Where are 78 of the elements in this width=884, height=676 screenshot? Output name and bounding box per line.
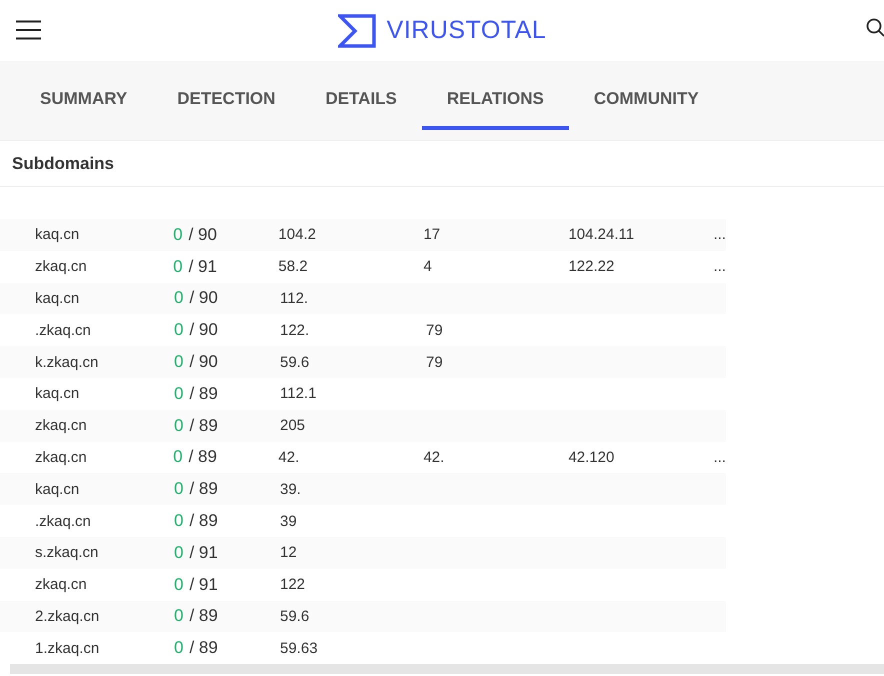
table-cell: 17 [423,226,440,244]
detection-count: 0 [174,542,184,562]
table-cell: 79 [426,354,443,371]
table-cell: 59.6 [280,608,310,625]
table-cell: 112. [280,290,308,307]
detection-total: / 90 [189,288,218,308]
tab[interactable]: DETECTION [152,61,300,130]
tab[interactable]: RELATIONS [422,61,569,130]
table-cell: 104.24.11 [568,226,634,244]
detection-count: 0 [174,320,184,340]
more-link[interactable]: ... [713,448,726,466]
detection-total: / 90 [188,224,217,244]
table-cell: 59.6 [280,354,310,371]
detection-total: / 89 [188,447,217,466]
brand-name: VIRUSTOTAL [386,16,546,46]
detection-total: / 90 [189,352,218,372]
detection-count: 0 [174,511,184,530]
table-cell-text: kaq.cn [34,385,80,402]
tab[interactable]: SUMMARY [15,61,152,130]
detection-count: 0 [174,384,184,403]
detection-total: / 91 [188,256,217,276]
detection-total: / 89 [189,479,218,498]
detection-count: 0 [173,224,183,244]
more-link[interactable]: ... [713,226,726,244]
detection-total: / 89 [189,384,218,403]
table-cell: 122.22 [568,258,614,276]
detection-count: 0 [174,606,184,626]
detection-count: 0 [174,416,184,435]
table-cell-text: zkaq.cn [34,576,88,594]
table-cell-text: kaq.cn [34,290,80,307]
table-cell-text: .zkaq.cn [34,512,92,530]
table-cell: 42. [278,448,300,466]
detection-total: / 91 [189,574,218,594]
table-cell-text: 2.zkaq.cn [34,608,100,625]
table-cell-text: kaq.cn [34,226,80,244]
section-title: Subdomains [12,154,114,174]
detection-total: / 89 [189,511,218,530]
tab[interactable]: COMMUNITY [568,61,724,130]
detection-total: / 90 [189,320,218,340]
detection-total: / 89 [189,638,218,658]
detection-total: / 89 [189,606,218,626]
scrollbar[interactable] [10,664,884,674]
menu-icon[interactable] [16,20,41,40]
table-cell: 79 [426,322,443,339]
detection-count: 0 [174,479,184,498]
table-cell: 39 [280,512,297,530]
table-cell: 12 [280,544,297,562]
detection-total: / 89 [189,416,218,435]
detection-total: / 91 [189,542,218,562]
table-cell-text: zkaq.cn [34,258,88,276]
table-cell: 104.2 [278,226,316,244]
detection-count: 0 [174,574,184,594]
table-cell: 4 [423,258,432,276]
table-cell-text: .zkaq.cn [34,322,92,339]
table-cell-text: zkaq.cn [34,448,88,466]
tab[interactable]: DETAILS [300,61,422,130]
table-cell: 122 [280,576,306,594]
table-cell: 59.63 [280,640,318,657]
logo-icon [338,14,376,48]
table-cell: 122. [280,322,310,339]
table-cell-text: kaq.cn [34,480,80,498]
table-cell-text: 1.zkaq.cn [34,640,100,657]
detection-count: 0 [173,256,183,276]
table-cell: 205 [280,417,306,434]
table-cell-text: k.zkaq.cn [34,354,100,371]
table-cell: 58.2 [278,258,308,276]
table-cell: 42.120 [568,448,614,466]
detection-count: 0 [174,638,184,658]
detection-count: 0 [174,288,184,308]
search-icon[interactable] [866,18,884,38]
table-cell-text: s.zkaq.cn [34,544,100,562]
detection-count: 0 [173,447,183,466]
table-cell: 39. [280,480,301,498]
table-cell: 112.1 [280,385,316,402]
detection-count: 0 [174,352,184,372]
table-cell-text: zkaq.cn [34,417,88,434]
table-cell: 42. [423,448,444,466]
more-link[interactable]: ... [713,258,726,276]
